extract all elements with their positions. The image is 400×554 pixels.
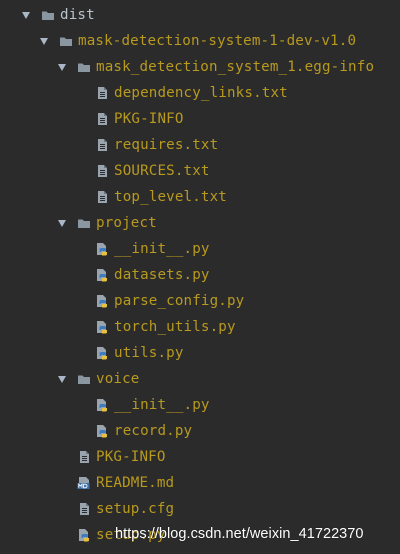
tree-item-label: voice xyxy=(96,371,140,387)
python-file-icon xyxy=(97,399,107,412)
tree-item-egg-info[interactable]: mask_detection_system_1.egg-info xyxy=(0,55,400,81)
tree-item-readme[interactable]: README.md xyxy=(0,471,400,497)
folder-icon xyxy=(78,219,90,228)
folder-icon xyxy=(60,37,72,46)
python-file-icon xyxy=(79,529,89,542)
chevron-down-icon[interactable] xyxy=(40,38,48,45)
python-file-icon xyxy=(97,295,107,308)
tree-item-label: setup.cfg xyxy=(96,501,175,517)
tree-item-torch-utils[interactable]: torch_utils.py xyxy=(0,315,400,341)
tree-item-label: utils.py xyxy=(114,345,184,361)
tree-item-root-pkg-info[interactable]: PKG-INFO xyxy=(0,445,400,471)
tree-item-label: __init__.py xyxy=(114,241,210,257)
tree-item-voice-init[interactable]: __init__.py xyxy=(0,393,400,419)
tree-item-label: PKG-INFO xyxy=(114,111,184,127)
tree-item-record[interactable]: record.py xyxy=(0,419,400,445)
text-file-icon xyxy=(98,191,107,203)
tree-item-label: dist xyxy=(60,7,95,23)
folder-icon xyxy=(78,375,90,384)
tree-item-label: parse_config.py xyxy=(114,293,245,309)
tree-item-project[interactable]: project xyxy=(0,211,400,237)
markdown-file-icon xyxy=(77,477,90,489)
chevron-down-icon[interactable] xyxy=(58,64,66,71)
tree-item-label: torch_utils.py xyxy=(114,319,236,335)
python-file-icon xyxy=(97,269,107,282)
tree-item-dist[interactable]: dist xyxy=(0,3,400,29)
tree-item-datasets[interactable]: datasets.py xyxy=(0,263,400,289)
watermark: https://blog.csdn.net/weixin_41722370 xyxy=(115,526,364,542)
text-file-icon xyxy=(98,87,107,99)
python-file-icon xyxy=(97,347,107,360)
text-file-icon xyxy=(80,503,89,515)
folder-icon xyxy=(78,63,90,72)
tree-item-dependency-links[interactable]: dependency_links.txt xyxy=(0,81,400,107)
tree-item-sources[interactable]: SOURCES.txt xyxy=(0,159,400,185)
tree-item-label: project xyxy=(96,215,157,231)
text-file-icon xyxy=(98,113,107,125)
tree-item-project-init[interactable]: __init__.py xyxy=(0,237,400,263)
tree-item-setup-cfg[interactable]: setup.cfg xyxy=(0,497,400,523)
tree-item-label: requires.txt xyxy=(114,137,219,153)
tree-item-requires[interactable]: requires.txt xyxy=(0,133,400,159)
project-tree: dist mask-detection-system-1-dev-v1.0 ma… xyxy=(0,3,400,549)
tree-item-label: datasets.py xyxy=(114,267,210,283)
text-file-icon xyxy=(98,165,107,177)
tree-item-parse-config[interactable]: parse_config.py xyxy=(0,289,400,315)
tree-item-label: PKG-INFO xyxy=(96,449,166,465)
chevron-down-icon[interactable] xyxy=(58,220,66,227)
tree-item-label: record.py xyxy=(114,423,193,439)
text-file-icon xyxy=(80,451,89,463)
tree-item-pkg-info[interactable]: PKG-INFO xyxy=(0,107,400,133)
tree-item-label: README.md xyxy=(96,475,175,491)
tree-item-utils[interactable]: utils.py xyxy=(0,341,400,367)
tree-item-voice[interactable]: voice xyxy=(0,367,400,393)
chevron-down-icon[interactable] xyxy=(58,376,66,383)
tree-item-label: SOURCES.txt xyxy=(114,163,210,179)
python-file-icon xyxy=(97,321,107,334)
chevron-down-icon[interactable] xyxy=(22,12,30,19)
tree-item-label: mask-detection-system-1-dev-v1.0 xyxy=(78,33,357,49)
tree-item-label: dependency_links.txt xyxy=(114,85,288,101)
tree-item-label: __init__.py xyxy=(114,397,210,413)
python-file-icon xyxy=(97,425,107,438)
tree-item-mask-detection-system[interactable]: mask-detection-system-1-dev-v1.0 xyxy=(0,29,400,55)
folder-icon xyxy=(42,11,54,20)
text-file-icon xyxy=(98,139,107,151)
tree-item-label: mask_detection_system_1.egg-info xyxy=(96,59,375,75)
tree-item-label: top_level.txt xyxy=(114,189,227,205)
python-file-icon xyxy=(97,243,107,256)
tree-item-top-level[interactable]: top_level.txt xyxy=(0,185,400,211)
